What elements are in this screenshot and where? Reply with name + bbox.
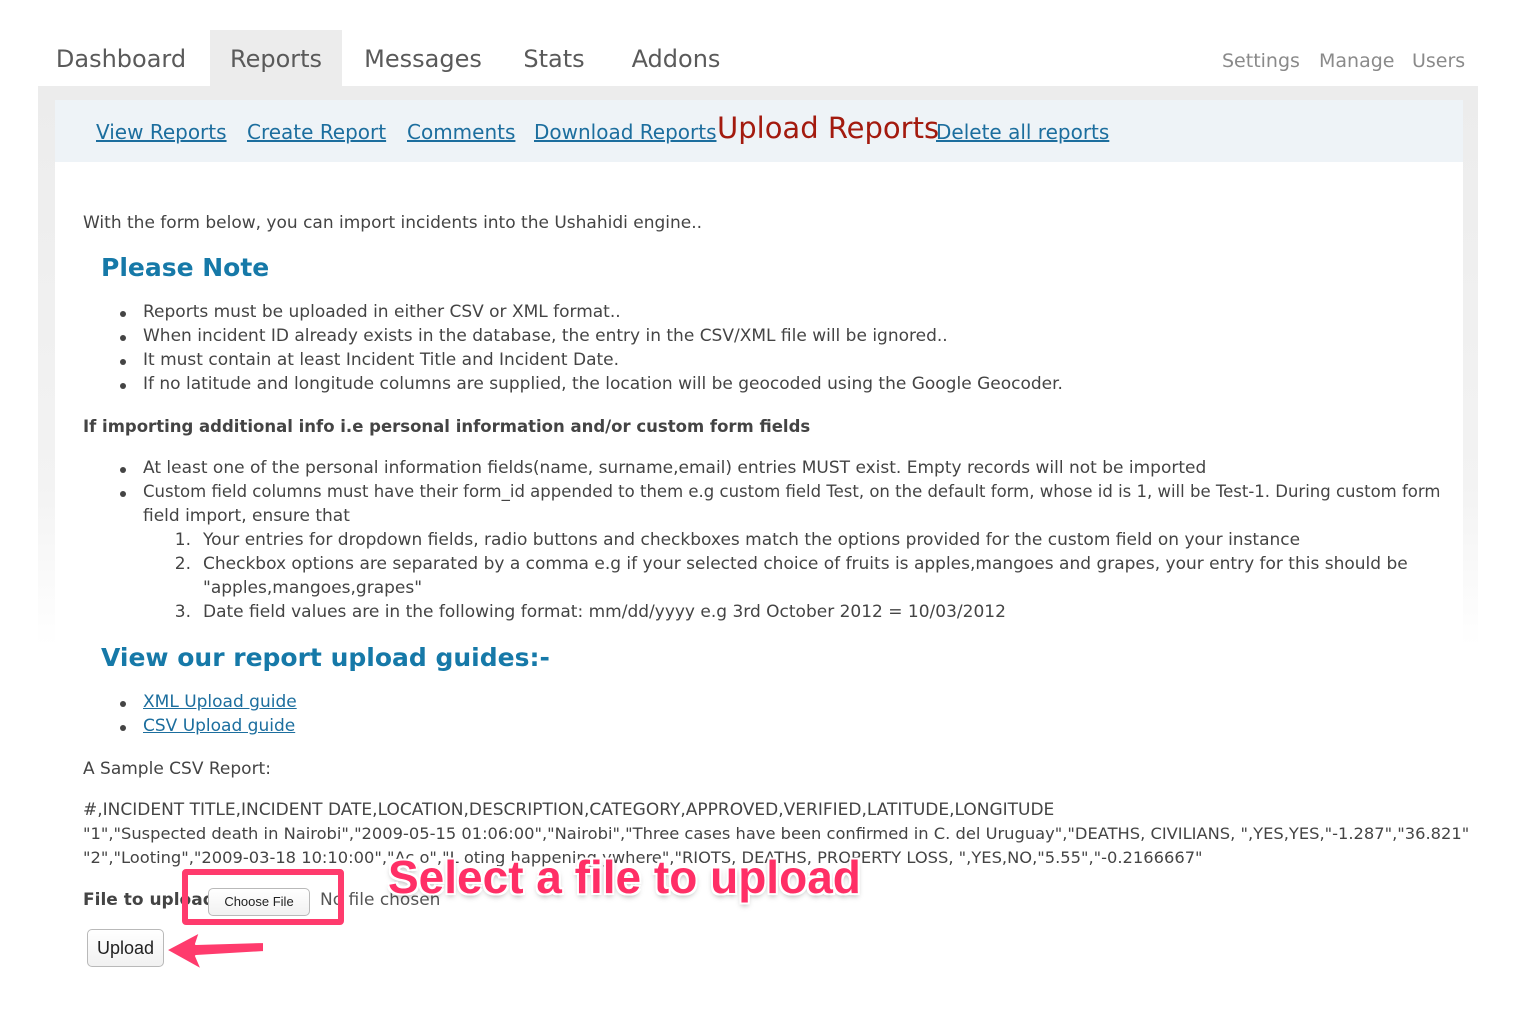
bullet	[120, 467, 126, 473]
reports-subnav: View Reports Create Report Comments Down…	[55, 100, 1463, 162]
bullet	[120, 491, 126, 497]
csv-upload-guide-link[interactable]: CSV Upload guide	[143, 716, 295, 736]
tab-messages[interactable]: Messages	[348, 30, 498, 86]
custom-field-rule: Your entries for dropdown fields, radio …	[203, 530, 1301, 550]
please-note-heading: Please Note	[101, 253, 270, 282]
custom-field-rule-continued: "apples,mangoes,grapes"	[203, 578, 423, 598]
view-reports-link[interactable]: View Reports	[96, 120, 227, 144]
manage-link[interactable]: Manage	[1319, 50, 1394, 72]
note-item: When incident ID already exists in the d…	[143, 326, 948, 346]
guides-heading: View our report upload guides:-	[101, 643, 550, 672]
bullet	[120, 701, 126, 707]
tab-addons[interactable]: Addons	[618, 30, 734, 86]
bullet	[120, 383, 126, 389]
tab-reports[interactable]: Reports	[210, 30, 342, 86]
bullet	[120, 335, 126, 341]
note-item: If no latitude and longitude columns are…	[143, 374, 1063, 394]
note-item: Reports must be uploaded in either CSV o…	[143, 302, 621, 322]
users-link[interactable]: Users	[1412, 50, 1465, 72]
list-number: 2.	[174, 554, 191, 574]
annotation-callout-text: Select a file to upload	[388, 851, 861, 903]
comments-link[interactable]: Comments	[407, 120, 515, 144]
create-report-link[interactable]: Create Report	[247, 120, 386, 144]
tab-dashboard[interactable]: Dashboard	[38, 30, 204, 86]
upload-button[interactable]: Upload	[87, 929, 164, 967]
additional-item-continued: field import, ensure that	[143, 506, 350, 526]
annotation-highlight-box	[182, 869, 344, 925]
download-reports-link[interactable]: Download Reports	[534, 120, 717, 144]
bullet	[120, 359, 126, 365]
annotation-arrow-icon	[165, 931, 265, 971]
custom-field-rule: Date field values are in the following f…	[203, 602, 1006, 622]
list-number: 3.	[174, 602, 191, 622]
upload-reports-current: Upload Reports	[717, 111, 940, 145]
additional-item: Custom field columns must have their for…	[143, 482, 1441, 501]
list-number: 1.	[174, 530, 191, 550]
custom-field-rule: Checkbox options are separated by a comm…	[203, 554, 1408, 574]
settings-link[interactable]: Settings	[1222, 50, 1300, 72]
sample-csv-label: A Sample CSV Report:	[83, 759, 271, 779]
bullet	[120, 725, 126, 731]
tab-stats[interactable]: Stats	[506, 30, 602, 86]
note-item: It must contain at least Incident Title …	[143, 350, 620, 370]
sample-csv-header: #,INCIDENT TITLE,INCIDENT DATE,LOCATION,…	[83, 800, 1055, 820]
delete-all-reports-link[interactable]: Delete all reports	[936, 120, 1109, 144]
additional-item: At least one of the personal information…	[143, 458, 1207, 478]
sample-csv-row: "1","Suspected death in Nairobi","2009-0…	[83, 824, 1470, 843]
intro-text: With the form below, you can import inci…	[83, 213, 703, 233]
bullet	[120, 311, 126, 317]
additional-info-heading: If importing additional info i.e persona…	[83, 417, 811, 436]
xml-upload-guide-link[interactable]: XML Upload guide	[143, 692, 297, 712]
